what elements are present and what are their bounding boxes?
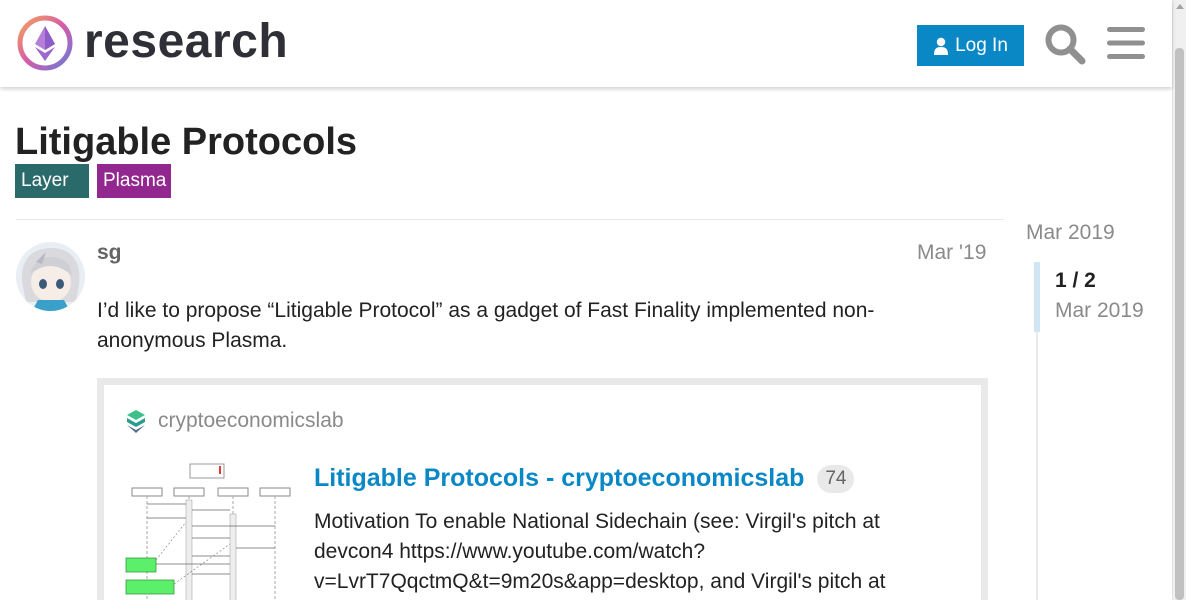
post-username[interactable]: sg [97, 240, 122, 266]
user-icon [934, 37, 949, 55]
research-logo-icon[interactable] [16, 14, 74, 72]
cryptoeconomicslab-icon [127, 410, 145, 433]
scrollbar-thumb[interactable] [1175, 48, 1184, 600]
site-header: research Log In [0, 0, 1172, 87]
page-scrollbar[interactable] [1172, 0, 1186, 600]
tag-layer-2[interactable]: Layer 2 [15, 164, 89, 225]
onebox-source[interactable]: cryptoeconomicslab [126, 409, 344, 433]
sequence-diagram-thumbnail[interactable] [124, 460, 294, 600]
user-avatar[interactable] [16, 242, 85, 311]
link-click-count-badge: 74 [817, 465, 855, 494]
post-body: I’d like to propose “Litigable Protocol”… [97, 299, 875, 352]
title-divider [16, 219, 1004, 220]
onebox-title-text[interactable]: Litigable Protocols - cryptoeconomicslab [314, 464, 804, 492]
post-date[interactable]: Mar '19 [917, 240, 986, 266]
scroll-up-icon[interactable] [1176, 4, 1184, 9]
link-onebox: cryptoeconomicslab Litigable Protocols -… [97, 378, 988, 600]
timeline-scroll-handle[interactable] [1034, 262, 1040, 332]
login-button[interactable]: Log In [917, 25, 1024, 66]
timeline-current-date: Mar 2019 [1055, 299, 1144, 322]
search-icon[interactable] [1044, 23, 1086, 65]
site-logo-text[interactable]: research [84, 12, 288, 72]
timeline-start-date[interactable]: Mar 2019 [1026, 220, 1115, 246]
tag-plasma[interactable]: Plasma [97, 164, 171, 198]
onebox-description: Motivation To enable National Sidechain … [314, 510, 886, 593]
onebox-source-label: cryptoeconomicslab [158, 409, 344, 432]
login-label: Log In [955, 34, 1008, 56]
topic-title[interactable]: Litigable Protocols [15, 118, 357, 166]
hamburger-menu-icon[interactable] [1107, 26, 1145, 60]
onebox-title-link[interactable]: Litigable Protocols - cryptoeconomicslab… [314, 462, 855, 494]
timeline-position: 1 / 2 [1055, 269, 1096, 292]
